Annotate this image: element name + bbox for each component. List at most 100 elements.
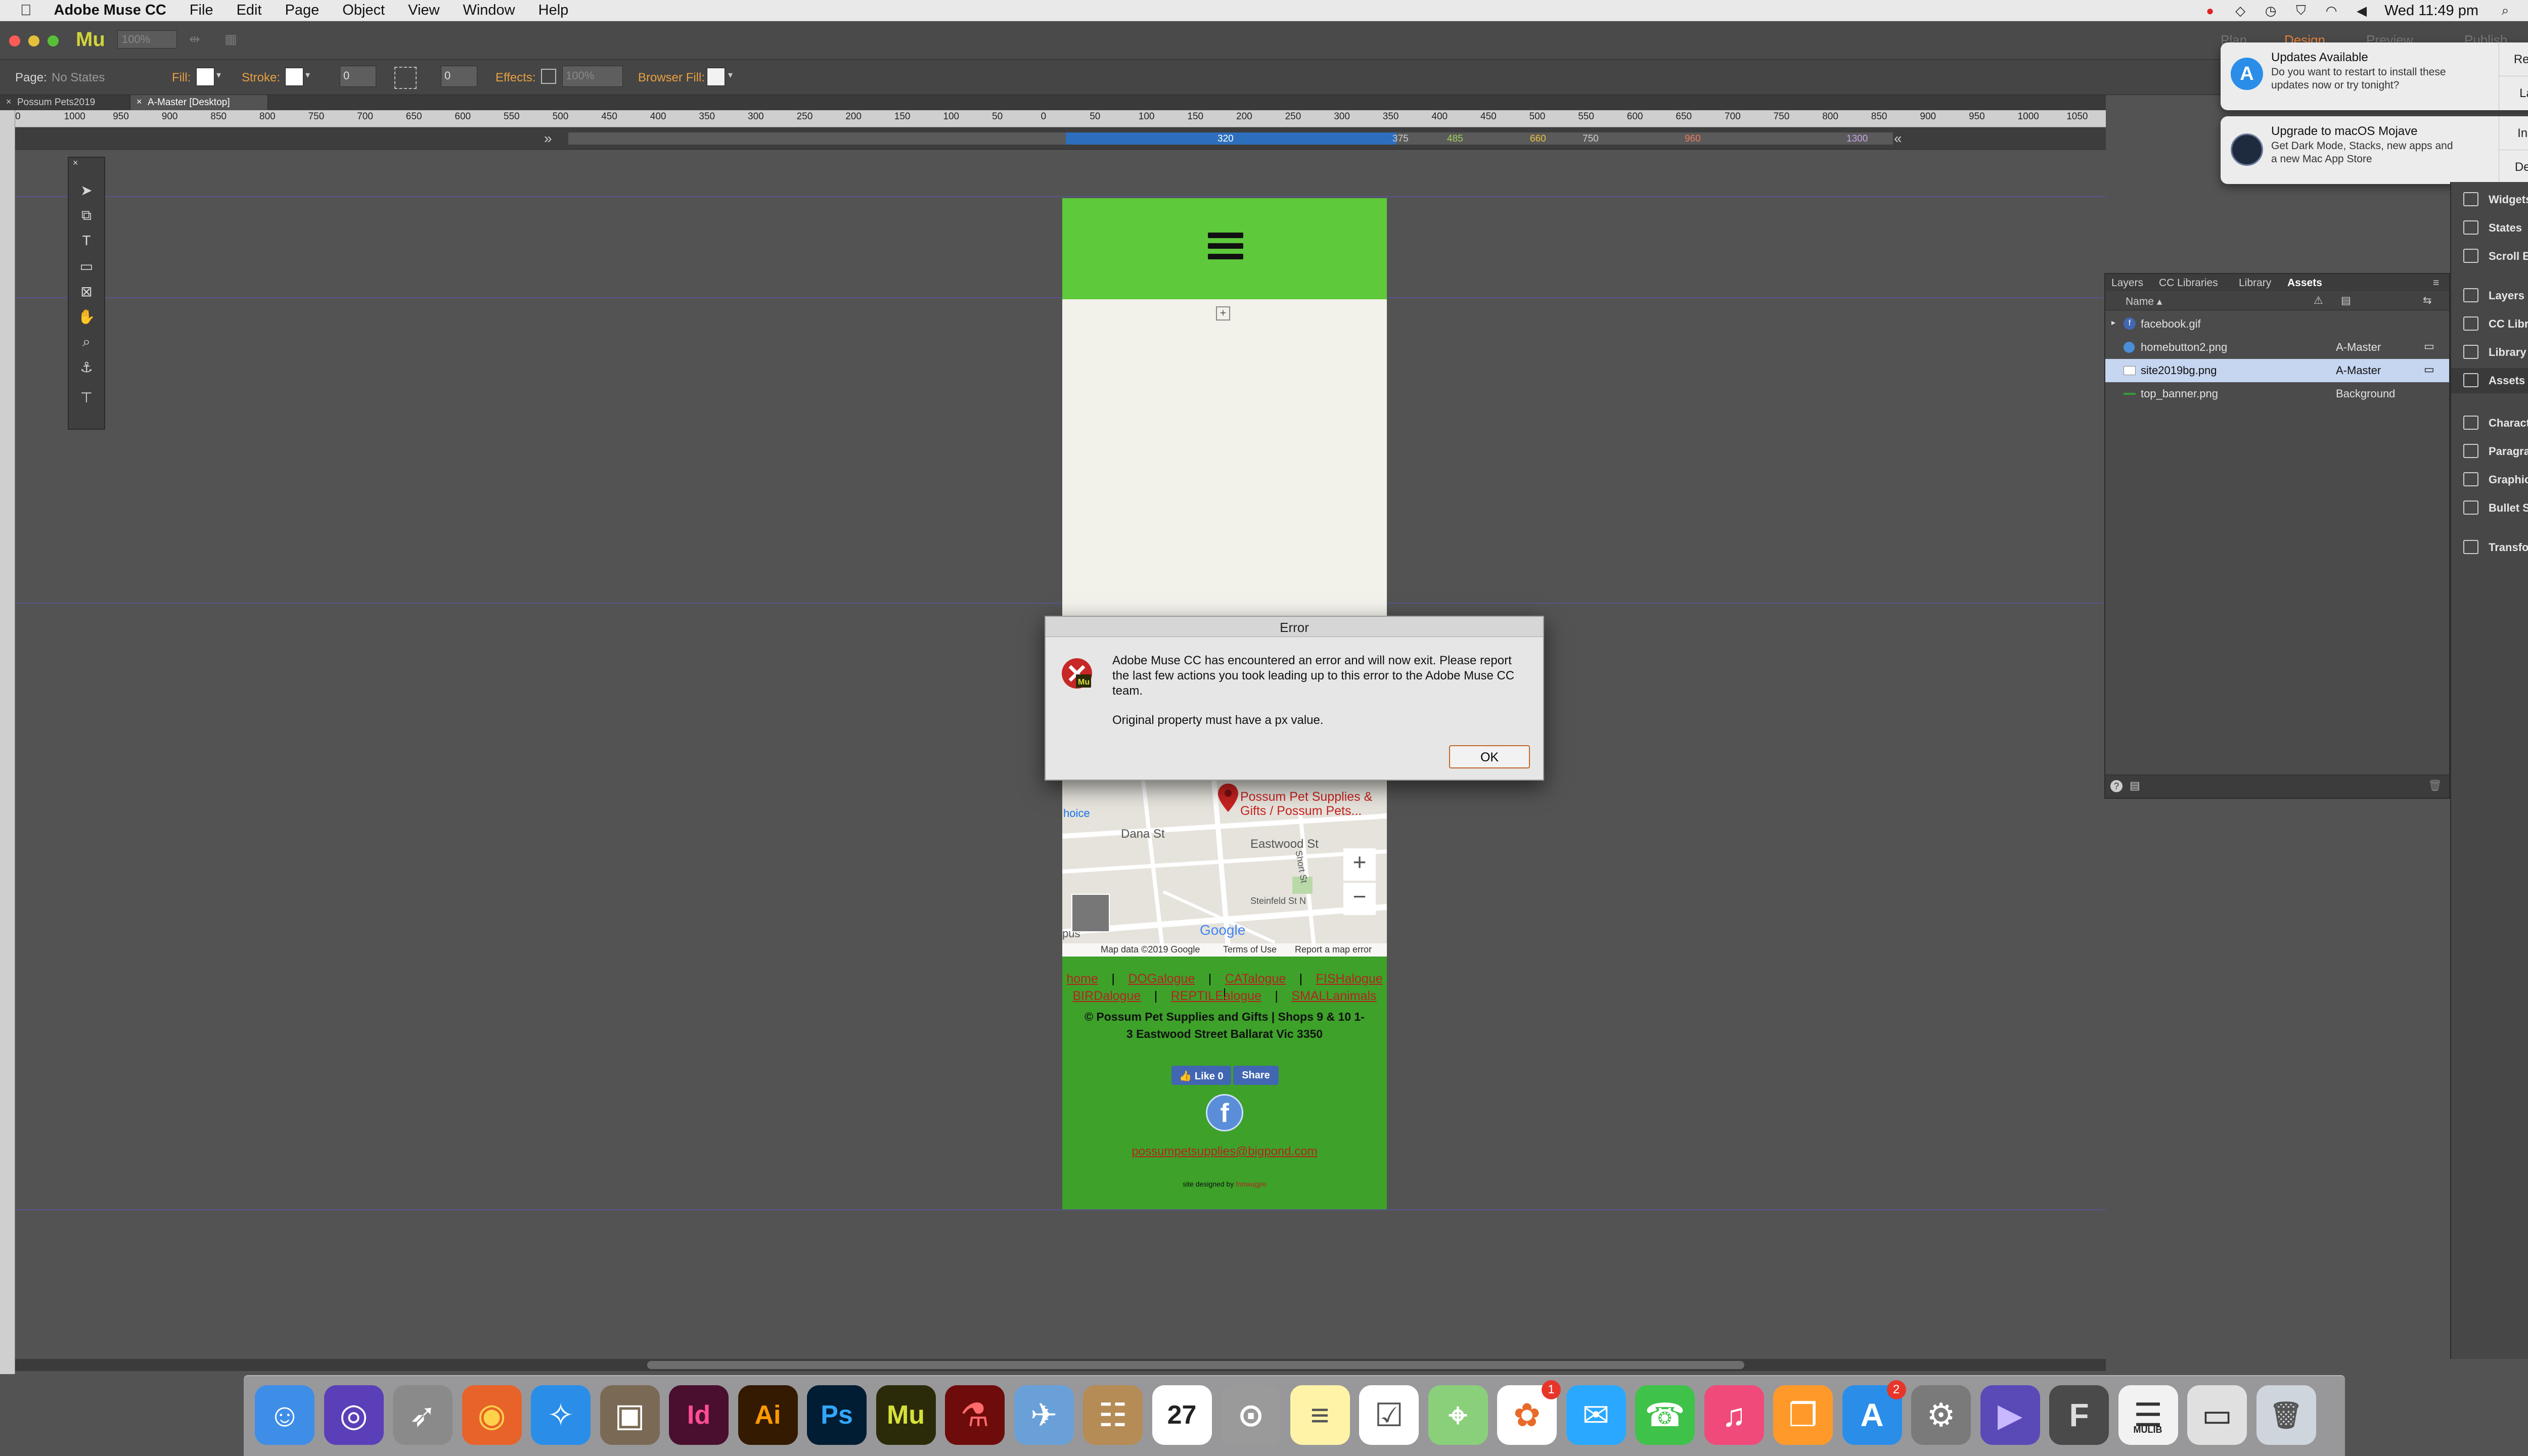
dock-ibooks-icon[interactable]: ❒ [1773,1385,1833,1445]
dock-acrobat-icon[interactable]: ⚗ [945,1385,1005,1445]
menu-file[interactable]: File [190,2,213,19]
page-header[interactable] [1062,198,1387,299]
dock-messages-icon[interactable]: ✉ [1566,1385,1626,1445]
close-tab-icon[interactable]: × [6,97,12,107]
facebook-icon[interactable]: f [1206,1094,1243,1131]
breakpoint-label[interactable]: 375 [1392,133,1409,145]
panel-graphic-styles[interactable]: Graphic Styles [2451,467,2528,492]
effects-icon[interactable] [541,69,556,84]
designer-link[interactable]: fnnwugjre [1236,1180,1267,1188]
dock-downloads-icon[interactable]: ☰ [2118,1385,2178,1445]
vpn-icon[interactable]: ⛉ [2293,3,2309,18]
opacity-field[interactable]: 100% [562,66,623,87]
asset-options-icon[interactable]: ▤ [2130,779,2140,792]
dock-app-store-icon[interactable]: A2 [1842,1380,1906,1445]
corner-radius-field[interactable]: 0 [441,66,477,87]
dock-maps-icon[interactable]: ⌖ [1428,1385,1488,1445]
dock-documents-icon[interactable]: ▭ [2187,1385,2247,1445]
apple-icon[interactable]:  [20,2,32,19]
menu-view[interactable]: View [408,2,439,19]
guide-line[interactable] [15,1209,2106,1210]
horizontal-ruler[interactable]: 0 1000 950 900 850 800 750 700 650 600 550 500 450 40… [15,110,2106,127]
clock[interactable]: Wed 11:49 pm [2384,3,2478,19]
column-name-header[interactable]: Name ▴ [2126,295,2162,308]
footer-link-catalogue[interactable]: CATalogue [1225,972,1286,986]
footer-link-reptilealogue[interactable]: REPTILEalogue [1171,989,1261,1003]
expand-right-icon[interactable]: « [1894,130,1902,147]
footer-link-fishalogue[interactable]: FISHalogue [1316,972,1383,986]
footer-link-home[interactable]: home [1066,972,1098,986]
menu-app-name[interactable]: Adobe Muse CC [54,2,166,19]
help-icon[interactable]: ? [2110,780,2123,792]
panel-scroll-effects[interactable]: Scroll Effects [2451,244,2528,269]
restart-button[interactable]: Restart [2499,42,2528,76]
zoom-dropdown[interactable]: 100% [117,30,177,49]
dock-finder-icon[interactable]: ☺ [255,1385,314,1445]
facebook-like-button[interactable]: 👍 Like 0 [1171,1066,1231,1085]
dock-itunes-icon[interactable]: ♫ [1704,1385,1764,1445]
panel-transform[interactable]: Transform [2451,535,2528,560]
breakpoint-label[interactable]: 660 [1530,133,1546,145]
panel-character-styles[interactable]: Character Styles [2451,411,2528,436]
relink-icon[interactable]: ⇆ [2423,294,2432,307]
dock-launchpad-icon[interactable]: ➶ [393,1385,453,1445]
footer-email-link[interactable]: possumpetsupplies@bigpond.com [1062,1145,1387,1159]
zoom-in-button[interactable]: + [1343,848,1376,881]
preview-mode-icon[interactable]: ▦ [224,31,253,48]
stroke-dropdown-icon[interactable]: ▾ [305,70,310,80]
hand-tool-icon[interactable]: ✋ [69,305,104,328]
dock-photoshop-icon[interactable]: Ps [807,1385,867,1445]
map-place-label[interactable]: Possum Pet Supplies & Gifts / Possum Pet… [1240,790,1387,818]
hamburger-menu-icon[interactable] [1208,233,1243,262]
asset-row-selected[interactable]: site2019bg.png A-Master ▭ [2105,359,2449,382]
guide-line[interactable] [15,603,2106,604]
dock-contacts-icon[interactable]: ☷ [1083,1385,1143,1445]
wifi-icon[interactable]: ◠ [2324,3,2339,18]
stroke-width-field[interactable]: 0 [340,66,376,87]
text-frame-tool-icon[interactable]: ⊤ [69,386,104,408]
minimize-window-button[interactable] [28,35,39,47]
panel-menu-icon[interactable]: ≡ [2433,277,2439,289]
dock-calendar-icon[interactable]: 27 [1152,1385,1212,1445]
breakpoint-label[interactable]: 485 [1447,133,1463,145]
menu-page[interactable]: Page [285,2,320,19]
volume-icon[interactable]: ◀ [2354,3,2369,18]
scroll-thumb[interactable] [647,1361,1744,1369]
spotlight-icon[interactable]: ⌕ [2498,3,2513,18]
expand-left-icon[interactable]: » [544,130,552,147]
zoom-window-button[interactable] [48,35,59,47]
vertical-ruler[interactable] [0,110,15,1374]
tab-cc-libraries[interactable]: CC Libraries [2159,277,2218,289]
footer-link-smallanimals[interactable]: SMALLanimals [1291,989,1376,1003]
anchor-tool-icon[interactable]: ⚓ [69,356,104,378]
dock-reminders-icon[interactable]: ☑ [1359,1385,1419,1445]
warning-column-icon[interactable]: ⚠ [2314,294,2323,307]
close-panel-icon[interactable]: × [69,158,104,168]
page-state[interactable]: No States [52,71,105,85]
page-column-icon[interactable]: ▤ [2341,294,2351,307]
asset-row[interactable]: homebutton2.png A-Master ▭ [2105,336,2449,359]
panel-bullet-styles[interactable]: Bullet Styles [2451,495,2528,521]
view-options-icon[interactable]: ⇹ [189,31,213,48]
time-machine-icon[interactable]: ◷ [2263,3,2278,18]
close-tab-icon[interactable]: × [137,97,142,107]
panel-cc-libraries[interactable]: CC Libraries [2451,311,2528,337]
menu-object[interactable]: Object [342,2,385,19]
breakpoint-label[interactable]: 960 [1685,133,1701,145]
browser-fill-dropdown-icon[interactable]: ▾ [728,70,733,80]
dock-screenshot-icon[interactable]: ⊙ [1221,1385,1281,1445]
guide-line[interactable] [15,297,2106,298]
corner-radius-icon[interactable] [394,67,417,89]
panel-library[interactable]: Library [2451,340,2528,365]
crop-tool-icon[interactable]: ⧉ [69,204,104,226]
notification-updates[interactable]: A Updates Available Do you want to resta… [2221,42,2528,110]
street-view-thumbnail[interactable] [1071,894,1110,932]
asset-row[interactable]: top_banner.png Background [2105,382,2449,405]
dock-photos-icon[interactable]: ✿ 1 [1497,1380,1561,1445]
dock-photo-booth-icon[interactable]: ▣ [600,1385,660,1445]
dock-fontforge-icon[interactable]: F [2049,1385,2109,1445]
google-map[interactable]: Possum Pet Supplies & Gifts / Possum Pet… [1062,781,1387,957]
horizontal-scrollbar[interactable] [15,1359,2106,1371]
stroke-swatch[interactable] [285,68,303,86]
details-button[interactable]: Details [2499,150,2528,184]
